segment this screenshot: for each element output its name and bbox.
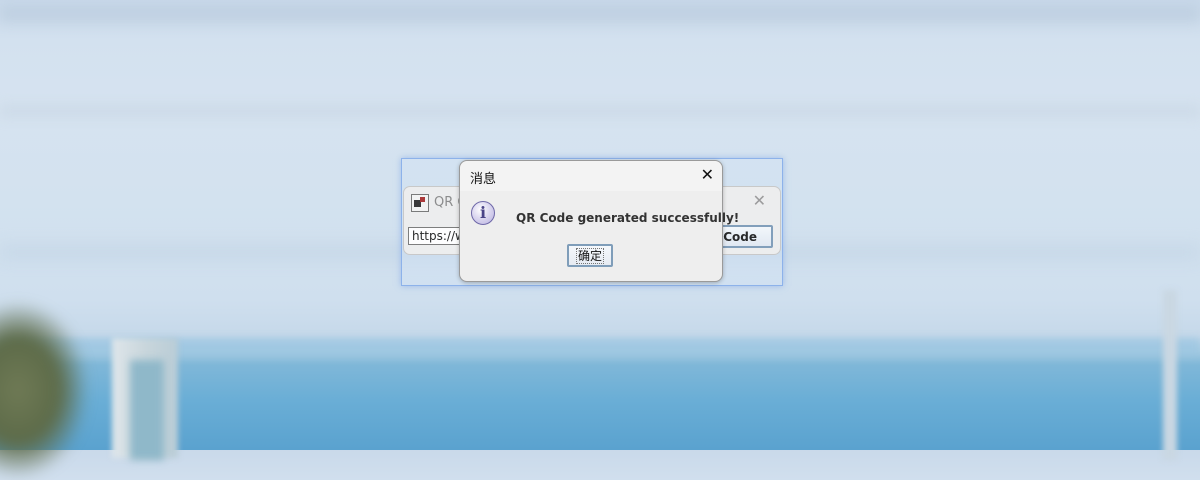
background-haze: [0, 5, 1200, 23]
ok-button[interactable]: 确定: [567, 244, 613, 267]
close-icon[interactable]: ✕: [701, 165, 714, 184]
dialog-titlebar: 消息 ✕: [460, 161, 722, 191]
background-pole: [1163, 290, 1177, 460]
message-dialog: 消息 ✕ i QR Code generated successfully! 确…: [459, 160, 739, 282]
background-horizon: [0, 338, 1200, 354]
close-icon[interactable]: ✕: [753, 191, 766, 210]
dialog-message: QR Code generated successfully!: [516, 211, 740, 225]
ok-button-label: 确定: [575, 247, 604, 264]
background-tree: [0, 300, 90, 480]
app-icon: [411, 194, 429, 212]
background-post-shadow: [130, 360, 164, 460]
info-icon: i: [471, 201, 495, 225]
background-haze: [0, 105, 1200, 117]
dialog-title: 消息: [470, 172, 497, 187]
